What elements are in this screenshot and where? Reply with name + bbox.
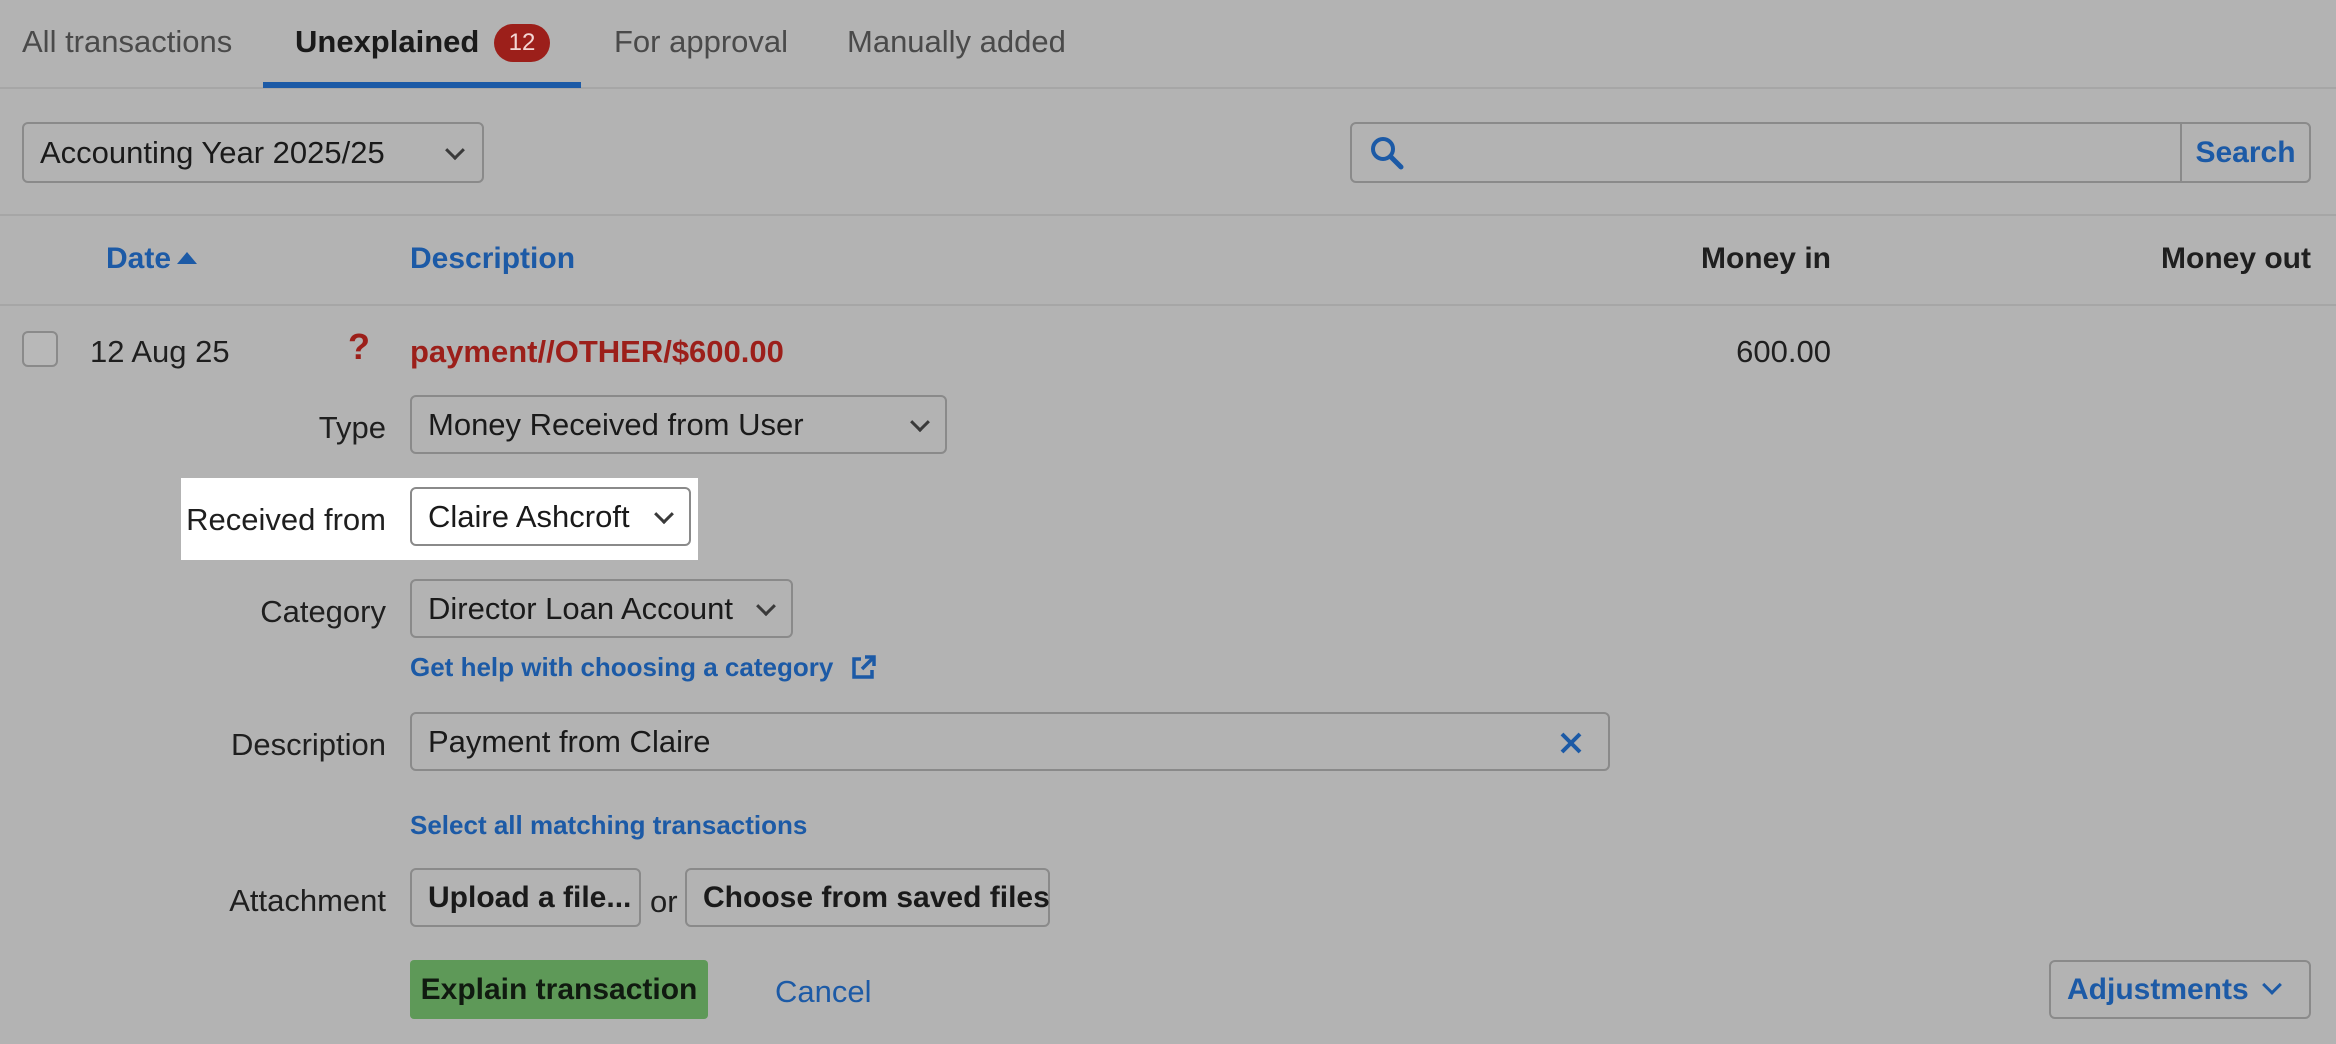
external-link-icon <box>849 654 877 689</box>
date-column-label: Date <box>106 242 172 275</box>
transaction-description: payment//OTHER/$600.00 <box>410 334 784 369</box>
unexplained-count-badge: 12 <box>494 24 550 62</box>
description-label: Description <box>230 727 386 762</box>
category-help-link[interactable]: Get help with choosing a category <box>410 652 877 689</box>
transaction-tabs: All transactions Unexplained 12 For appr… <box>0 0 2336 89</box>
chevron-down-icon <box>910 411 930 432</box>
received-from-value: Claire Ashcroft <box>428 499 630 534</box>
type-label: Type <box>318 410 386 445</box>
cancel-link[interactable]: Cancel <box>775 974 872 1010</box>
tab-for-approval[interactable]: For approval <box>614 24 788 60</box>
type-select[interactable]: Money Received from User <box>410 395 947 454</box>
tab-all-transactions[interactable]: All transactions <box>22 24 232 60</box>
adjustments-label: Adjustments <box>2067 973 2249 1006</box>
search-icon <box>1370 136 1404 175</box>
category-help-link-text: Get help with choosing a category <box>410 652 834 682</box>
description-field <box>410 712 1610 771</box>
category-value: Director Loan Account <box>428 591 734 626</box>
tab-manually-added[interactable]: Manually added <box>847 24 1066 60</box>
choose-saved-files-button[interactable]: Choose from saved files <box>685 868 1050 927</box>
chevron-down-icon <box>2262 975 2282 995</box>
money-in-column-header: Money in <box>1700 242 1831 275</box>
tab-unexplained[interactable]: Unexplained <box>295 24 479 60</box>
description-input[interactable] <box>428 714 1528 769</box>
clear-icon[interactable] <box>1556 724 1586 765</box>
unexplained-question-icon: ? <box>348 326 370 367</box>
attachment-label: Attachment <box>229 883 386 918</box>
transaction-money-in: 600.00 <box>1736 334 1831 369</box>
chevron-down-icon <box>756 595 776 616</box>
search-input[interactable] <box>1418 124 2178 181</box>
category-select[interactable]: Director Loan Account <box>410 579 793 638</box>
money-out-column-header: Money out <box>2161 242 2311 275</box>
bank-transactions-page: All transactions Unexplained 12 For appr… <box>0 0 2336 1044</box>
select-matching-transactions-link[interactable]: Select all matching transactions <box>410 810 807 841</box>
received-from-label: Received from <box>186 502 386 537</box>
transaction-select-checkbox[interactable] <box>22 331 58 367</box>
chevron-down-icon <box>445 139 465 160</box>
search-button[interactable]: Search <box>2180 124 2309 181</box>
adjustments-button[interactable]: Adjustments <box>2049 960 2311 1019</box>
chevron-down-icon <box>654 503 674 524</box>
accounting-year-select[interactable]: Accounting Year 2025/25 <box>22 122 484 183</box>
search-bar: Search <box>1350 122 2311 183</box>
received-from-select[interactable]: Claire Ashcroft <box>410 487 691 546</box>
or-text: or <box>650 884 678 919</box>
sort-ascending-icon <box>177 252 198 264</box>
filter-divider <box>0 214 2336 216</box>
explain-transaction-button[interactable]: Explain transaction <box>410 960 708 1019</box>
date-column-header[interactable]: Date <box>106 242 198 276</box>
accounting-year-value: Accounting Year 2025/25 <box>40 135 385 170</box>
upload-file-button[interactable]: Upload a file... <box>410 868 641 927</box>
active-tab-indicator <box>263 82 581 88</box>
description-column-header[interactable]: Description <box>410 242 575 276</box>
category-label: Category <box>260 594 386 629</box>
type-select-value: Money Received from User <box>428 407 804 442</box>
transaction-date: 12 Aug 25 <box>90 334 230 369</box>
header-divider <box>0 304 2336 306</box>
